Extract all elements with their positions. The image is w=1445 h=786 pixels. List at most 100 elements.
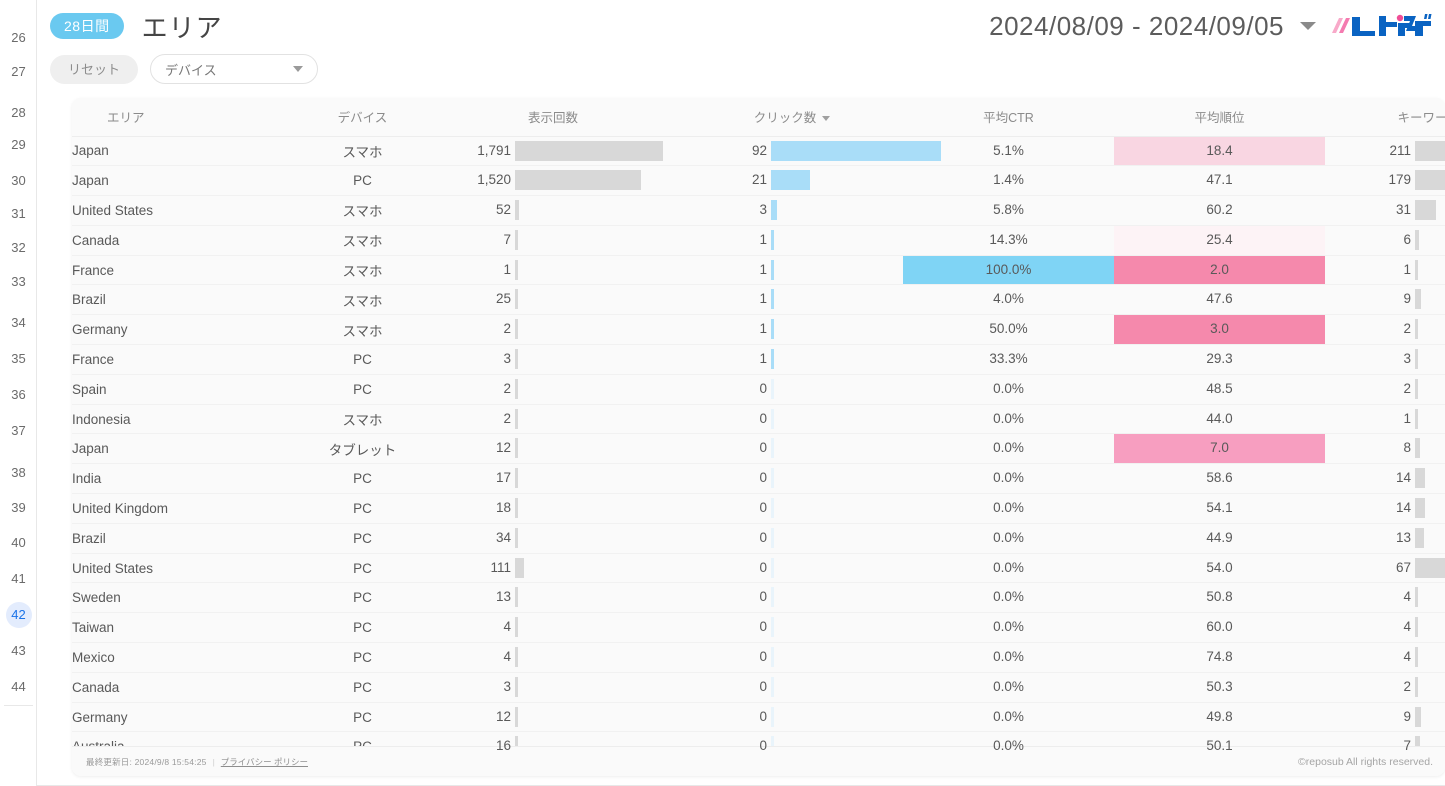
reset-button[interactable]: リセット — [50, 54, 139, 84]
table-row[interactable]: France スマホ 1 1 100.0% 2.0 1 — [72, 255, 1445, 285]
line-number-34[interactable]: 34 — [0, 316, 37, 330]
line-number-28[interactable]: 28 — [0, 106, 37, 120]
table-row[interactable]: United Kingdom PC 18 0 0.0% 54.1 14 — [72, 494, 1445, 524]
cell-clicks-value: 0 — [759, 619, 767, 635]
table-row[interactable]: Mexico PC 4 0 0.0% 74.8 4 — [72, 643, 1445, 673]
column-header-avg-position[interactable]: 平均順位 — [1114, 98, 1325, 136]
cell-avg-ctr-value: 4.0% — [993, 291, 1024, 307]
cell-impressions-bar — [515, 647, 518, 668]
cell-impressions-bar — [515, 438, 518, 459]
table-row[interactable]: India PC 17 0 0.0% 58.6 14 — [72, 464, 1445, 494]
line-number-31[interactable]: 31 — [0, 207, 37, 221]
cell-keyword-count-bar — [1415, 140, 1445, 161]
data-card: エリア デバイス 表示回数 クリック数 平均CTR 平均順位 キーワード数 Ja… — [72, 98, 1445, 776]
line-number-44[interactable]: 44 — [0, 680, 37, 694]
line-number-41[interactable]: 41 — [0, 572, 37, 586]
table-row[interactable]: Indonesia スマホ 2 0 0.0% 44.0 1 — [72, 404, 1445, 434]
cell-clicks: 1 — [681, 315, 903, 345]
line-number-37[interactable]: 37 — [0, 424, 37, 438]
cell-clicks-bar-track — [771, 375, 897, 404]
cell-area: Indonesia — [72, 411, 131, 427]
line-number-30[interactable]: 30 — [0, 174, 37, 188]
column-header-impressions[interactable]: 表示回数 — [425, 98, 681, 136]
table-row[interactable]: Sweden PC 13 0 0.0% 50.8 4 — [72, 583, 1445, 613]
period-badge[interactable]: 28日間 — [50, 13, 124, 39]
line-number-39[interactable]: 39 — [0, 501, 37, 515]
cell-keyword-count: 6 — [1325, 225, 1445, 255]
table-row[interactable]: Brazil PC 34 0 0.0% 44.9 13 — [72, 523, 1445, 554]
cell-avg-position: 44.9 — [1114, 523, 1325, 553]
table-row[interactable]: Spain PC 2 0 0.0% 48.5 2 — [72, 374, 1445, 405]
cell-impressions-value: 25 — [495, 291, 511, 307]
table-row[interactable]: Japan PC 1,520 21 1.4% 47.1 179 — [72, 166, 1445, 196]
cell-clicks-value: 1 — [759, 261, 767, 277]
line-number-40[interactable]: 40 — [0, 536, 37, 550]
cell-impressions-bar — [515, 408, 518, 429]
cell-clicks-value: 0 — [759, 649, 767, 665]
cell-impressions-bar — [515, 617, 518, 638]
line-number-27[interactable]: 27 — [0, 65, 37, 79]
cell-clicks-bar — [771, 289, 774, 310]
cell-avg-ctr: 0.0% — [903, 464, 1114, 494]
line-number-43[interactable]: 43 — [0, 644, 37, 658]
cell-keyword-count-bar-track — [1415, 464, 1445, 493]
line-number-32[interactable]: 32 — [0, 241, 37, 255]
cell-impressions-value: 1 — [503, 261, 511, 277]
column-header-keyword-count[interactable]: キーワード数 — [1325, 98, 1445, 136]
cell-avg-position-value: 58.6 — [1206, 470, 1233, 486]
table-row[interactable]: Canada PC 3 0 0.0% 50.3 2 — [72, 672, 1445, 703]
cell-impressions-value: 2 — [503, 321, 511, 337]
column-header-avg-ctr[interactable]: 平均CTR — [903, 98, 1114, 136]
column-header-clicks[interactable]: クリック数 — [681, 98, 903, 136]
line-number-42[interactable]: 42 — [0, 602, 37, 628]
cell-avg-ctr-value: 0.0% — [993, 649, 1024, 665]
column-header-device[interactable]: デバイス — [300, 98, 425, 136]
table-row[interactable]: Japan タブレット 12 0 0.0% 7.0 8 — [72, 434, 1445, 464]
chevron-down-icon — [293, 66, 304, 72]
cell-impressions-value: 52 — [495, 202, 511, 218]
cell-avg-position: 49.8 — [1114, 702, 1325, 732]
cell-clicks-bar-track — [771, 554, 897, 583]
cell-avg-ctr: 0.0% — [903, 553, 1114, 583]
cell-impressions: 34 — [425, 523, 681, 553]
cell-area: Sweden — [72, 590, 121, 606]
cell-device: PC — [353, 173, 372, 189]
cell-keyword-count: 14 — [1325, 494, 1445, 524]
cell-keyword-count-bar — [1415, 557, 1445, 578]
cell-keyword-count-bar — [1415, 349, 1418, 370]
cell-clicks-value: 0 — [759, 708, 767, 724]
cell-impressions-bar-track — [515, 375, 675, 404]
cell-clicks-value: 1 — [759, 321, 767, 337]
line-number-36[interactable]: 36 — [0, 388, 37, 402]
cell-device: スマホ — [342, 413, 383, 429]
cell-keyword-count-bar-track — [1415, 643, 1445, 672]
privacy-policy-link[interactable]: プライバシー ポリシー — [221, 756, 308, 768]
top-bar: 28日間 エリア 2024/08/09 - 2024/09/05 — [37, 0, 1445, 52]
cell-avg-ctr-value: 0.0% — [993, 589, 1024, 605]
cell-impressions: 111 — [425, 553, 681, 583]
column-header-area[interactable]: エリア — [72, 98, 300, 136]
app-root: 26 27 28 29 30 31 32 33 34 35 36 37 38 39 40 41 42 43 44 2… — [0, 0, 1445, 786]
line-number-29[interactable]: 29 — [0, 138, 37, 152]
table-row[interactable]: Japan スマホ 1,791 92 5.1% 18.4 211 — [72, 136, 1445, 166]
line-number-26[interactable]: 26 — [0, 31, 37, 45]
cell-area: Taiwan — [72, 620, 115, 636]
cell-keyword-count-value: 2 — [1403, 678, 1411, 694]
table-row[interactable]: Germany PC 12 0 0.0% 49.8 9 — [72, 702, 1445, 732]
line-number-38[interactable]: 38 — [0, 466, 37, 480]
cell-clicks-bar — [771, 617, 774, 638]
cell-impressions-bar — [515, 557, 525, 578]
table-row[interactable]: Taiwan PC 4 0 0.0% 60.0 4 — [72, 613, 1445, 643]
line-number-35[interactable]: 35 — [0, 352, 37, 366]
chevron-down-icon[interactable] — [1300, 22, 1316, 30]
table-row[interactable]: Canada スマホ 7 1 14.3% 25.4 6 — [72, 225, 1445, 256]
table-row[interactable]: United States スマホ 52 3 5.8% 60.2 31 — [72, 196, 1445, 226]
table-row[interactable]: United States PC 111 0 0.0% 54.0 67 — [72, 553, 1445, 583]
device-select[interactable]: デバイス — [150, 54, 319, 84]
cell-keyword-count: 179 — [1325, 166, 1445, 196]
table-row[interactable]: Brazil スマホ 25 1 4.0% 47.6 9 — [72, 285, 1445, 315]
line-number-33[interactable]: 33 — [0, 275, 37, 289]
date-range-value[interactable]: 2024/08/09 - 2024/09/05 — [989, 11, 1284, 42]
table-row[interactable]: France PC 3 1 33.3% 29.3 3 — [72, 345, 1445, 375]
table-row[interactable]: Germany スマホ 2 1 50.0% 3.0 2 — [72, 315, 1445, 345]
